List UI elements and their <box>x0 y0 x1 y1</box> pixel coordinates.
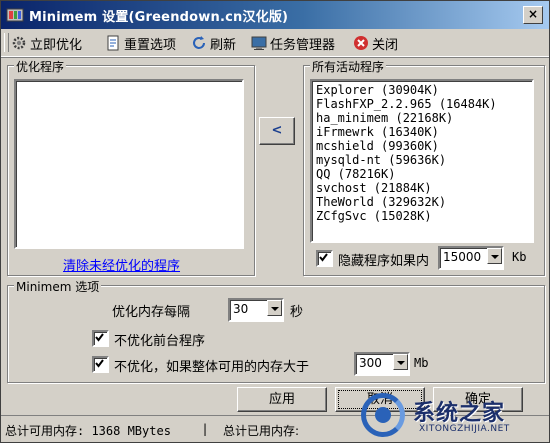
optimized-programs-list[interactable] <box>14 79 244 249</box>
chevron-down-icon[interactable] <box>393 354 408 370</box>
active-programs-list[interactable]: Explorer (30904K) FlashFXP_2.2.965 (1648… <box>310 79 534 243</box>
toolbar: 立即优化 重置选项 刷新 任务管理器 关闭 <box>1 30 549 57</box>
apply-button[interactable]: 应用 <box>237 387 327 412</box>
optimized-programs-group: 优化程序 清除未经优化的程序 <box>7 58 255 276</box>
no-foreground-label: 不优化前台程序 <box>114 334 206 349</box>
hide-programs-label: 隐藏程序如果内 <box>338 254 430 269</box>
active-programs-group: 所有活动程序 Explorer (30904K) FlashFXP_2.2.96… <box>303 58 545 276</box>
window-title: Minimem 设置(Greendown.cn汉化版) <box>29 10 289 25</box>
interval-value: 30 <box>233 302 249 316</box>
optimize-now-label: 立即优化 <box>30 37 83 53</box>
optimized-programs-title: 优化程序 <box>14 58 67 75</box>
reset-options-button[interactable]: 重置选项 <box>105 33 176 53</box>
close-label: 关闭 <box>372 37 399 53</box>
gear-icon <box>12 36 26 50</box>
hide-programs-checkbox[interactable] <box>316 250 333 267</box>
list-item[interactable]: ZCfgSvc (15028K) <box>316 209 432 223</box>
chevron-down-icon[interactable] <box>267 300 282 316</box>
optimize-now-button[interactable]: 立即优化 <box>11 33 82 53</box>
minimem-options-title: Minimem 选项 <box>14 278 102 295</box>
clear-unoptimized-link[interactable]: 清除未经优化的程序 <box>63 255 180 274</box>
task-manager-button[interactable]: 任务管理器 <box>251 33 335 53</box>
interval-label: 优化内存每隔 <box>112 305 191 320</box>
watermark-subtitle: XITONGZHIJIA.NET <box>419 424 510 434</box>
memory-threshold-select[interactable]: 300 <box>354 352 410 376</box>
refresh-label: 刷新 <box>210 37 237 53</box>
watermark-logo: 系统之家 XITONGZHIJIA.NET <box>361 391 549 443</box>
list-item[interactable]: FlashFXP_2.2.965 (16484K) <box>316 97 497 111</box>
toolbar-grip[interactable] <box>4 33 9 52</box>
hide-threshold-value: 15000 <box>443 250 482 264</box>
watermark-ring-icon <box>361 393 405 437</box>
list-item[interactable]: iFrmewrk (16340K) <box>316 125 439 139</box>
monitor-icon <box>251 36 267 50</box>
memory-threshold-value: 300 <box>359 356 382 370</box>
memory-threshold-checkbox[interactable] <box>92 356 109 373</box>
active-programs-title: 所有活动程序 <box>310 58 387 75</box>
document-icon <box>107 35 119 51</box>
refresh-icon <box>193 36 205 49</box>
refresh-button[interactable]: 刷新 <box>191 33 236 53</box>
checkmark-icon <box>95 333 104 342</box>
available-memory-status: 总计可用内存: 1368 MBytes <box>5 424 171 438</box>
interval-select[interactable]: 30 <box>228 298 284 322</box>
list-item[interactable]: Explorer (30904K) <box>316 83 439 97</box>
close-icon <box>354 36 368 50</box>
title-bar[interactable]: Minimem 设置(Greendown.cn汉化版) × <box>1 1 549 29</box>
minimem-options-group: Minimem 选项 优化内存每隔 30 秒 不优化前台程序 不优化，如果整体可… <box>7 278 545 383</box>
hide-threshold-select[interactable]: 15000 <box>438 246 504 270</box>
list-item[interactable]: mcshield (99360K) <box>316 139 439 153</box>
memory-threshold-label: 不优化，如果整体可用的内存大于 <box>114 360 310 375</box>
list-item[interactable]: svchost (21884K) <box>316 181 432 195</box>
settings-window: Minimem 设置(Greendown.cn汉化版) × 立即优化 重置选项 <box>0 0 550 443</box>
status-separator: | <box>203 422 208 436</box>
interval-unit: 秒 <box>290 305 304 320</box>
task-manager-label: 任务管理器 <box>270 37 336 53</box>
watermark-title: 系统之家 <box>413 401 506 426</box>
memory-threshold-unit: Mb <box>414 356 429 370</box>
chevron-down-icon[interactable] <box>487 248 502 264</box>
list-item[interactable]: ha_minimem (22168K) <box>316 111 453 125</box>
checkmark-icon <box>319 253 328 262</box>
window-close-button[interactable]: × <box>523 6 543 24</box>
list-item[interactable]: QQ (78216K) <box>316 167 395 181</box>
no-foreground-checkbox[interactable] <box>92 330 109 347</box>
checkmark-icon <box>95 359 104 368</box>
hide-threshold-unit: Kb <box>512 250 527 264</box>
app-icon <box>6 8 24 22</box>
move-left-button[interactable]: < <box>259 117 295 145</box>
list-item[interactable]: TheWorld (329632K) <box>316 195 446 209</box>
list-item[interactable]: mysqld-nt (59636K) <box>316 153 446 167</box>
reset-options-label: 重置选项 <box>124 37 177 53</box>
used-memory-status: 总计已用内存: <box>223 424 300 438</box>
close-button[interactable]: 关闭 <box>353 33 398 53</box>
